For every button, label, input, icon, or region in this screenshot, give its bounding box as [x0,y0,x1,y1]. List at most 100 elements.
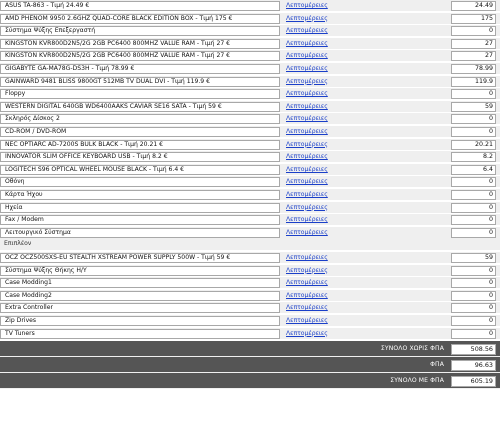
price-field: 175 [451,13,496,24]
component-select[interactable]: NEC OPTIARC AD-7200S BULK BLACK - Τιμή 2… [0,139,280,150]
component-select[interactable]: Fax / Modem [0,215,280,226]
component-select[interactable]: OCZ OCZ500SXS-EU STEALTH XSTREAM POWER S… [0,253,280,263]
price-field: 8.2 [451,152,496,163]
price-field: 24.49 [451,1,496,11]
details-link[interactable]: Λεπτομέρειες [286,152,328,162]
total-value: 508.56 [451,344,496,356]
details-link[interactable]: Λεπτομέρειες [286,190,328,200]
component-select[interactable]: LOGITECH S96 OPTICAL WHEEL MOUSE BLACK -… [0,164,280,175]
component-select[interactable]: Ηχεία [0,202,280,213]
details-link[interactable]: Λεπτομέρειες [286,329,328,339]
component-select[interactable]: Case Modding2 [0,290,280,301]
component-row: Λειτουργικό Σύστημα Λεπτομέρειες 0 [0,226,500,239]
details-link[interactable]: Λεπτομέρειες [286,102,328,112]
component-select[interactable]: GIGABYTE GA-MA78G-DS3H - Τιμή 78.99 € [0,64,280,74]
price-field: 0 [451,227,496,238]
component-row: Zip Drives Λεπτομέρειες 0 [0,315,500,327]
price-field: 0 [451,215,496,226]
component-row: TV Tuners Λεπτομέρειες 0 [0,327,500,340]
component-select[interactable]: WESTERN DIGITAL 640GB WD6400AAKS CAVIAR … [0,101,280,112]
details-link[interactable]: Λεπτομέρειες [286,177,328,187]
component-row: Οθόνη Λεπτομέρειες 0 [0,176,500,189]
details-link[interactable]: Λεπτομέρειες [286,266,328,276]
component-select[interactable]: CD-ROM / DVD-ROM [0,127,280,137]
total-row: ΦΠΑ 96.63 [0,357,500,374]
total-label: ΣΥΝΟΛΟ ΜΕ ΦΠΑ [390,377,444,385]
component-row: KINGSTON KVR800D2N5/2G 2GB PC6400 800MHZ… [0,37,500,50]
component-select[interactable]: ASUS TA-863 - Τιμή 24.49 € [0,1,280,11]
extras-section-label: Επιπλέον [0,238,500,251]
component-row: KINGSTON KVR800D2N5/2G 2GB PC6400 800MHZ… [0,50,500,63]
total-value: 96.63 [451,360,496,372]
details-link[interactable]: Λεπτομέρειες [286,1,328,11]
price-field: 78.99 [451,64,496,74]
details-link[interactable]: Λεπτομέρειες [286,39,328,49]
price-field: 0 [451,190,496,200]
details-link[interactable]: Λεπτομέρειες [286,278,328,288]
component-select[interactable]: Zip Drives [0,316,280,326]
details-link[interactable]: Λεπτομέρειες [286,228,328,238]
details-link[interactable]: Λεπτομέρειες [286,26,328,36]
details-link[interactable]: Λεπτομέρειες [286,203,328,213]
price-field: 0 [451,114,496,125]
details-link[interactable]: Λεπτομέρειες [286,64,328,74]
details-link[interactable]: Λεπτομέρειες [286,114,328,124]
price-field: 0 [451,328,496,339]
price-field: 0 [451,127,496,137]
details-link[interactable]: Λεπτομέρειες [286,89,328,99]
component-select[interactable]: Σκληρός Δίσκος 2 [0,114,280,125]
price-field: 0 [451,303,496,314]
details-link[interactable]: Λεπτομέρειες [286,303,328,313]
component-select[interactable]: Κάρτα Ήχου [0,190,280,200]
component-select[interactable]: Case Modding1 [0,278,280,289]
component-select[interactable]: INNOVATOR SLIM OFFICE KEYBOARD USB - Τιμ… [0,152,280,163]
component-row: INNOVATOR SLIM OFFICE KEYBOARD USB - Τιμ… [0,151,500,164]
price-field: 20.21 [451,139,496,150]
total-value: 605.19 [451,376,496,388]
component-row: Case Modding2 Λεπτομέρειες 0 [0,289,500,302]
component-select[interactable]: Οθόνη [0,177,280,188]
details-link[interactable]: Λεπτομέρειες [286,215,328,225]
component-select[interactable]: Λειτουργικό Σύστημα [0,227,280,238]
price-field: 0 [451,177,496,188]
component-row: GIGABYTE GA-MA78G-DS3H - Τιμή 78.99 € Λεπ… [0,63,500,75]
details-link[interactable]: Λεπτομέρειες [286,253,328,263]
component-row: LOGITECH S96 OPTICAL WHEEL MOUSE BLACK -… [0,163,500,176]
price-field: 0 [451,202,496,213]
price-field: 0 [451,278,496,289]
price-field: 59 [451,101,496,112]
details-link[interactable]: Λεπτομέρειες [286,165,328,175]
total-row: ΣΥΝΟΛΟ ΜΕ ΦΠΑ 605.19 [0,373,500,390]
component-row: GAINWARD 9481 BLISS 9800GT 512MB TV DUAL… [0,75,500,88]
total-label: ΦΠΑ [430,361,444,369]
details-link[interactable]: Λεπτομέρειες [286,127,328,137]
price-field: 0 [451,89,496,100]
component-select[interactable]: GAINWARD 9481 BLISS 9800GT 512MB TV DUAL… [0,76,280,87]
component-row: NEC OPTIARC AD-7200S BULK BLACK - Τιμή 2… [0,138,500,151]
component-select[interactable]: Extra Controller [0,303,280,314]
component-select[interactable]: KINGSTON KVR800D2N5/2G 2GB PC6400 800MHZ… [0,51,280,62]
details-link[interactable]: Λεπτομέρειες [286,140,328,150]
price-field: 0 [451,26,496,37]
total-label: ΣΥΝΟΛΟ ΧΩΡΙΣ ΦΠΑ [380,345,444,353]
details-link[interactable]: Λεπτομέρειες [286,291,328,301]
details-link[interactable]: Λεπτομέρειες [286,316,328,326]
price-field: 119.9 [451,76,496,87]
price-field: 59 [451,253,496,263]
price-field: 0 [451,265,496,276]
component-row: WESTERN DIGITAL 640GB WD6400AAKS CAVIAR … [0,100,500,113]
component-row: Case Modding1 Λεπτομέρειες 0 [0,277,500,290]
details-link[interactable]: Λεπτομέρειες [286,14,328,24]
component-row: Floppy Λεπτομέρειες 0 [0,88,500,101]
component-select[interactable]: KINGSTON KVR800D2N5/2G 2GB PC6400 800MHZ… [0,38,280,49]
component-select[interactable]: TV Tuners [0,328,280,339]
component-row: Extra Controller Λεπτομέρειες 0 [0,302,500,315]
component-select[interactable]: Σύστημα Ψύξης Θήκης Η/Υ [0,265,280,276]
component-row: CD-ROM / DVD-ROM Λεπτομέρειες 0 [0,126,500,138]
component-select[interactable]: AMD PHENOM 9950 2.6GHZ QUAD-CORE BLACK E… [0,13,280,24]
component-select[interactable]: Σύστημα Ψύξης Επεξεργαστή [0,26,280,37]
component-select[interactable]: Floppy [0,89,280,100]
details-link[interactable]: Λεπτομέρειες [286,77,328,87]
component-row: Κάρτα Ήχου Λεπτομέρειες 0 [0,189,500,201]
details-link[interactable]: Λεπτομέρειες [286,51,328,61]
